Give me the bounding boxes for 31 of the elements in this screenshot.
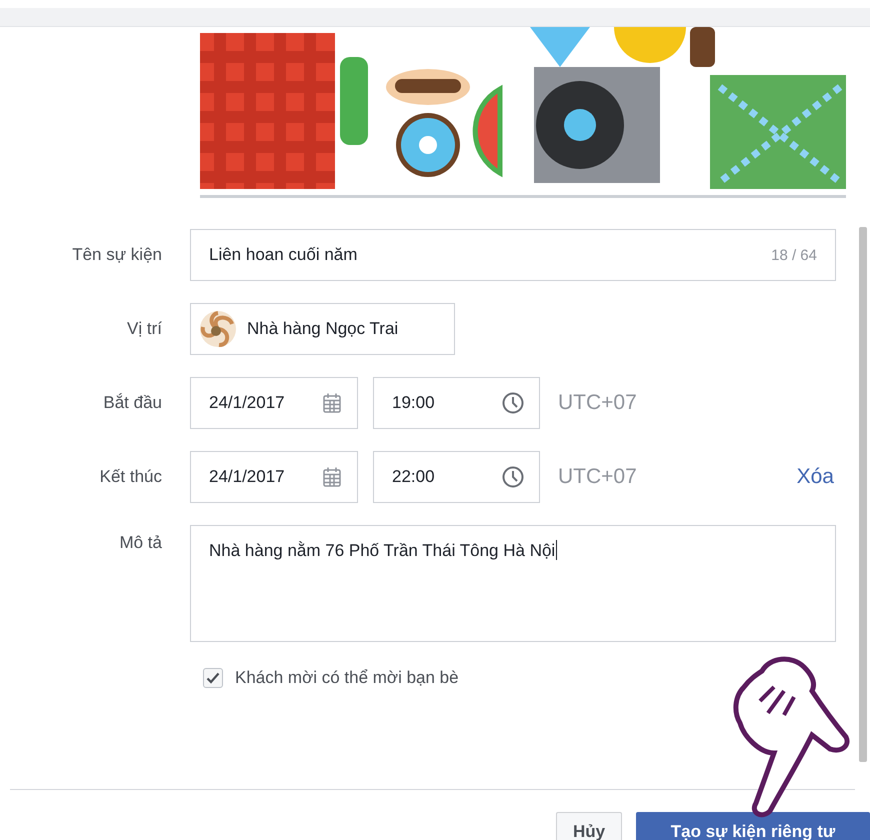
date-value: 24/1/2017	[209, 393, 285, 413]
description-field[interactable]: Nhà hàng nằm 76 Phố Trần Thái Tông Hà Nội	[190, 525, 836, 642]
calendar-icon[interactable]	[322, 392, 342, 414]
timezone-label: UTC+07	[558, 465, 637, 489]
clock-icon[interactable]	[502, 466, 524, 488]
checkbox[interactable]	[203, 668, 223, 688]
event-name-value: Liên hoan cuối năm	[209, 245, 358, 265]
field-label: Kết thúc	[98, 467, 162, 487]
clear-link[interactable]: Xóa	[796, 465, 834, 489]
checkbox-label: Khách mời có thể mời bạn bè	[235, 668, 459, 688]
clock-icon[interactable]	[502, 392, 524, 414]
calendar-icon[interactable]	[322, 466, 342, 488]
event-name-field[interactable]: Liên hoan cuối năm 18 / 64	[190, 229, 836, 281]
time-value: 19:00	[392, 393, 435, 413]
character-counter: 18 / 64	[771, 246, 817, 264]
timezone-label: UTC+07	[558, 391, 637, 415]
time-field[interactable]: 19:00	[373, 377, 540, 429]
field-label: Mô tả	[118, 533, 162, 553]
date-value: 24/1/2017	[209, 467, 285, 487]
date-field[interactable]: 24/1/2017	[190, 377, 358, 429]
field-label: Bắt đầu	[102, 393, 162, 413]
time-value: 22:00	[392, 467, 435, 487]
field-label: Vị trí	[126, 319, 162, 339]
location-field[interactable]: Nhà hàng Ngọc Trai	[190, 303, 455, 355]
swirl-icon	[199, 310, 237, 348]
time-field[interactable]: 22:00	[373, 451, 540, 503]
field-label: Tên sự kiện	[71, 245, 162, 265]
description-value: Nhà hàng nằm 76 Phố Trần Thái Tông Hà Nội	[209, 540, 558, 561]
scrollbar[interactable]	[859, 227, 867, 762]
date-field[interactable]: 24/1/2017	[190, 451, 358, 503]
location-value: Nhà hàng Ngọc Trai	[247, 319, 398, 339]
